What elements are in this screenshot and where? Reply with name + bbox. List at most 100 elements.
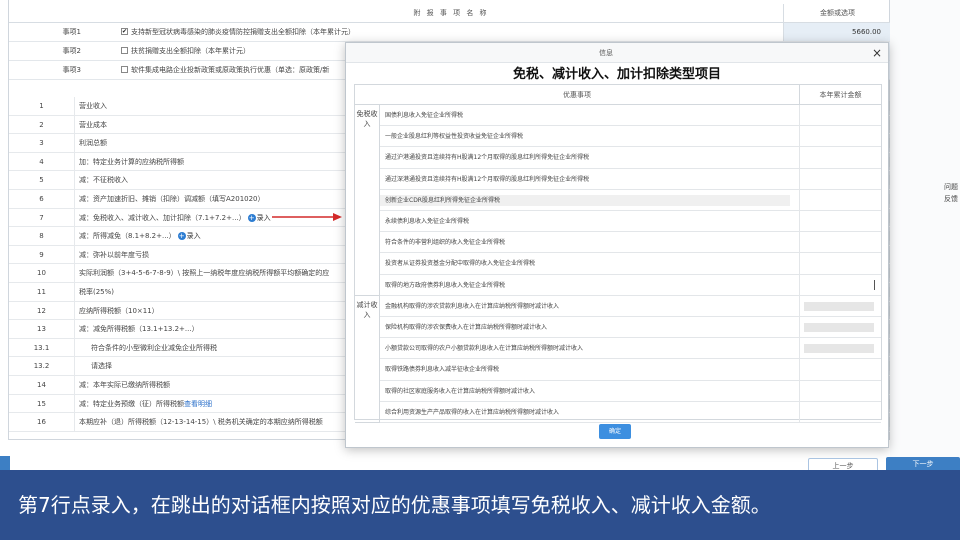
feedback-note-1[interactable]: 问题 xyxy=(944,182,958,192)
preference-item-text: 保险机构取得的涉农保费收入在计算应纳税所得额时减计收入 xyxy=(385,324,548,331)
line-number: 10 xyxy=(9,264,75,283)
preference-row: 小额贷款公司取得的农户小额贷款利息收入在计算应纳税所得额时减计收入 xyxy=(380,338,881,360)
preference-table-header: 优惠事项 本年累计金额 xyxy=(355,85,881,105)
line-text: 请选择 xyxy=(91,357,112,375)
line-text: 减：减免所得税额（13.1+13.2+...） xyxy=(79,320,199,338)
caption-banner: 第7行点录入，在跳出的对话框内按照对应的优惠事项填写免税收入、减计收入金额。 xyxy=(0,470,960,540)
line-label: 营业收入 xyxy=(79,102,107,110)
amount-input[interactable] xyxy=(799,189,881,211)
line-label: 符合条件的小型微利企业减免企业所得税 xyxy=(91,343,217,352)
event-checkbox[interactable] xyxy=(121,47,128,54)
amount-column-header: 本年累计金额 xyxy=(799,85,881,105)
view-detail-link[interactable]: 查看明细 xyxy=(184,400,212,408)
preference-item-text: 永续债利息收入免征企业所得税 xyxy=(385,218,470,225)
event-text: 支持新型冠状病毒感染的肺炎疫情防控捐赠支出全额扣除（本年累计元） xyxy=(131,28,355,36)
preference-item-text: 通过深港通投资且连续持有H股满12个月取得的股息红利所得免征企业所得税 xyxy=(385,175,590,183)
amount-input[interactable] xyxy=(799,295,881,317)
line-label: 减：减免所得税额（13.1+13.2+...） xyxy=(79,325,199,334)
preference-item-text: 小额贷款公司取得的农户小额贷款利息收入在计算应纳税所得额时减计收入 xyxy=(385,345,584,353)
red-arrow-icon xyxy=(272,213,342,221)
confirm-button[interactable]: 确定 xyxy=(599,424,631,439)
line-number: 14 xyxy=(9,376,75,394)
right-panel xyxy=(890,0,960,470)
group-label: 免税收入 xyxy=(355,105,380,296)
plus-circle-icon[interactable]: + xyxy=(247,213,256,222)
line-text: 本期应补（退）所得税额（12-13-14-15）\ 税务机关确定的本期应纳所得税… xyxy=(79,413,323,431)
line-number: 8 xyxy=(9,227,75,246)
line-number: 2 xyxy=(9,115,75,134)
line-label: 利润总额 xyxy=(79,139,107,148)
amount-input[interactable] xyxy=(799,317,881,338)
amount-input[interactable] xyxy=(799,105,881,126)
record-link[interactable]: 录入 xyxy=(257,214,271,222)
line-number: 12 xyxy=(9,301,75,320)
dialog-title: 信息 xyxy=(599,49,613,57)
amount-column-header: 金额或选项 xyxy=(783,4,891,23)
line-label: 减：资产加速折旧、摊销（扣除）调减额（填写A201020） xyxy=(79,195,265,203)
amount-input[interactable] xyxy=(799,147,881,169)
line-number: 7 xyxy=(9,208,75,227)
event-label: 事项2 xyxy=(62,47,81,55)
record-link[interactable]: 录入 xyxy=(187,232,201,240)
preference-item-text: 国债利息收入免征企业所得税 xyxy=(385,112,464,119)
event-checkbox[interactable] xyxy=(121,66,128,73)
amount-input[interactable] xyxy=(799,126,881,148)
preference-row: 国债利息收入免征企业所得税 xyxy=(380,105,881,127)
amount-input[interactable] xyxy=(799,338,881,360)
preference-row: 通过沪港通投资且连续持有H股满12个月取得的股息红利所得免征企业所得税 xyxy=(380,147,881,169)
text-cursor xyxy=(874,279,875,290)
line-text: 符合条件的小型微利企业减免企业所得税 xyxy=(91,339,217,357)
line-number: 16 xyxy=(9,413,75,432)
close-icon[interactable]: × xyxy=(870,45,884,61)
screen: 附 报 事 项 名 称 金额或选项 事项1 ✔ 支持新型冠状病毒感染的肺炎疫情防控捐… xyxy=(0,0,960,540)
line-label: 请选择 xyxy=(91,362,112,371)
preference-item-text: 取得的地方政府债券利息收入免征企业所得税 xyxy=(385,281,506,289)
line-text: 减：本年实际已缴纳所得税额 xyxy=(79,376,170,394)
amount-input-field[interactable] xyxy=(804,301,874,311)
preference-row: 金融机构取得的涉农贷款利息收入在计算应纳税所得额时减计收入 xyxy=(380,295,881,317)
event-checkbox[interactable]: ✔ xyxy=(121,28,128,35)
preference-row: 一般企业股息红利等权益性投资收益免征企业所得税 xyxy=(380,126,881,148)
preference-table: 优惠事项 本年累计金额 免税收入 国债利息收入免征企业所得税一般企业股息红利等权益… xyxy=(354,84,882,423)
line-text: 税率(25%) xyxy=(79,283,114,301)
event-amount-input[interactable]: 5660.00 xyxy=(783,23,891,41)
line-text: 减：不征税收入 xyxy=(79,171,128,189)
preference-row: 创新企业CDR股息红利所得免征企业所得税 xyxy=(380,189,881,211)
amount-input[interactable] xyxy=(799,232,881,254)
caption-text: 第7行点录入，在跳出的对话框内按照对应的优惠事项填写免税收入、减计收入金额。 xyxy=(18,493,771,517)
amount-input[interactable] xyxy=(799,253,881,275)
line-label: 减：所得减免（8.1+8.2+...） xyxy=(79,232,176,241)
line-text: 利润总额 xyxy=(79,134,107,152)
line-number: 4 xyxy=(9,152,75,171)
preference-row: 取得的社区家庭服务收入在计算应纳税所得额时减计收入 xyxy=(380,380,881,402)
info-dialog: 信息 × 免税、减计收入、加计扣除类型项目 优惠事项 本年累计金额 免税收入 国债… xyxy=(345,42,889,448)
amount-input-field[interactable] xyxy=(804,344,874,354)
line-text: 营业收入 xyxy=(79,97,107,115)
amount-input[interactable] xyxy=(799,168,881,190)
event-text: 软件集成电路企业投新政策或原政策执行优惠（单选：原政策/新 xyxy=(131,66,330,74)
line-label: 减：不征税收入 xyxy=(79,176,128,185)
preference-item-text: 金融机构取得的涉农贷款利息收入在计算应纳税所得额时减计收入 xyxy=(385,302,560,310)
event-row: 事项1 ✔ 支持新型冠状病毒感染的肺炎疫情防控捐赠支出全额扣除（本年累计元） 5660… xyxy=(9,23,891,42)
dialog-titlebar: 信息 × xyxy=(346,43,888,63)
feedback-note-2[interactable]: 反馈 xyxy=(944,194,958,204)
amount-input[interactable] xyxy=(799,380,881,402)
preference-row: 符合条件的非营利组织的收入免征企业所得税 xyxy=(380,232,881,254)
line-text: 实际利润额（3+4-5-6-7-8-9）\ 按照上一纳税年度应纳税所得额平均额确… xyxy=(79,264,329,282)
line-text: 加：特定业务计算的应纳税所得额 xyxy=(79,153,184,171)
line-number: 9 xyxy=(9,245,75,264)
preference-row: 保险机构取得的涉农保费收入在计算应纳税所得额时减计收入 xyxy=(380,317,881,339)
line-number: 5 xyxy=(9,171,75,190)
line-number: 13 xyxy=(9,320,75,339)
line-number: 13.2 xyxy=(9,357,75,376)
plus-circle-icon[interactable]: + xyxy=(177,232,186,241)
amount-input-field[interactable] xyxy=(804,323,874,332)
event-label: 事项3 xyxy=(62,66,81,74)
amount-input[interactable] xyxy=(799,401,881,423)
preference-item-text: 投资者从证券投资基金分配中取得的收入免征企业所得税 xyxy=(385,260,536,268)
amount-input[interactable] xyxy=(799,359,881,381)
preference-row: 取得铁路债券利息收入减半征收企业所得税 xyxy=(380,359,881,381)
line-label: 减：本年实际已缴纳所得税额 xyxy=(79,381,170,389)
amount-input[interactable] xyxy=(799,211,881,232)
amount-input[interactable] xyxy=(799,274,881,296)
